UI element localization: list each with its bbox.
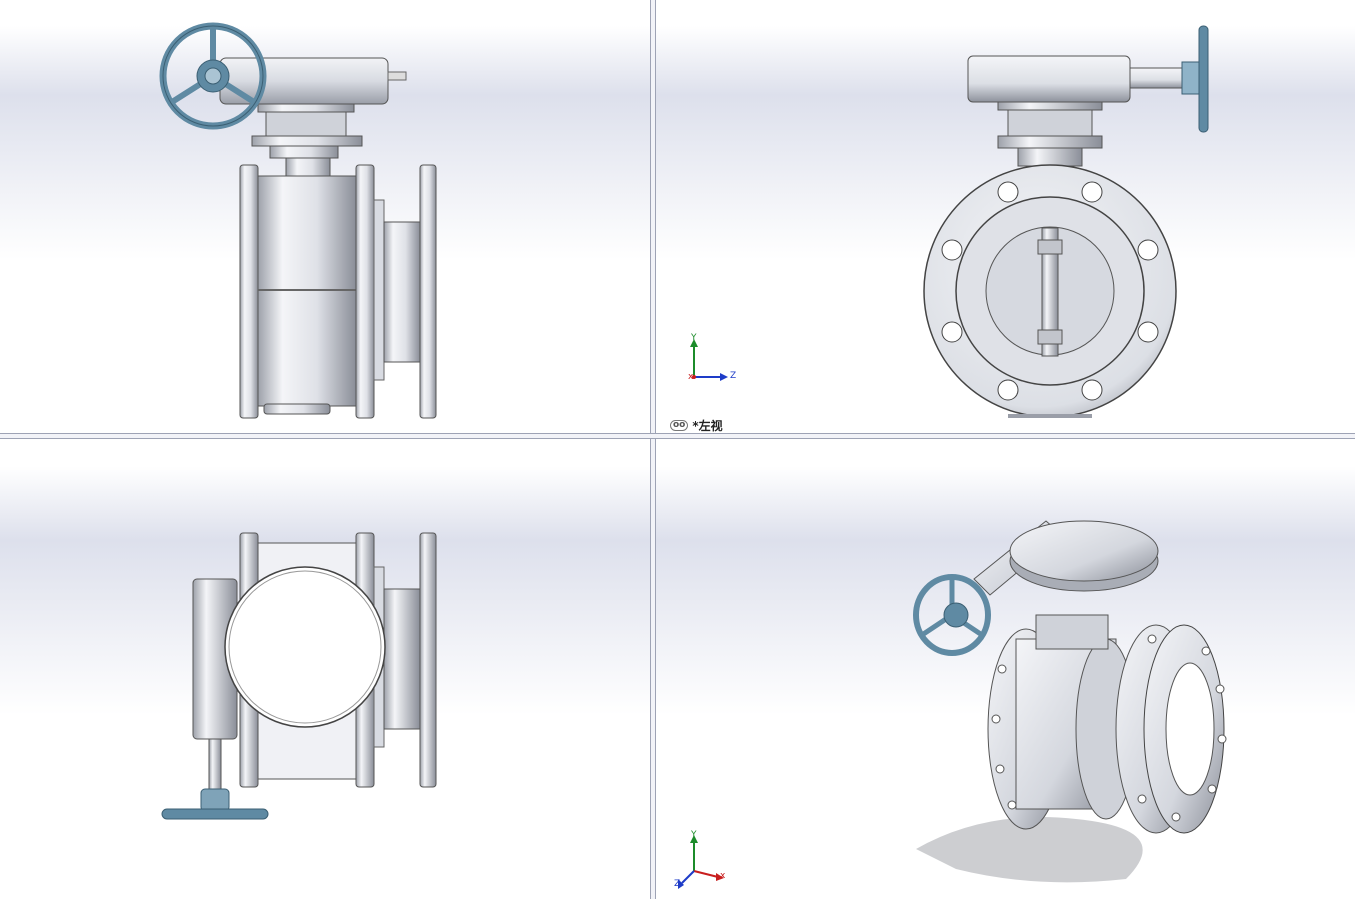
valve-front-drawing — [159, 22, 437, 419]
viewport-top[interactable] — [0, 439, 650, 899]
axis-z-label: Z — [730, 371, 737, 381]
axis-x-label: x — [688, 372, 694, 382]
valve-top-drawing — [161, 532, 437, 820]
viewport-isometric[interactable]: Y x Z — [656, 439, 1355, 899]
viewport-splitter-vertical[interactable] — [650, 0, 656, 899]
handwheel-icon — [1198, 25, 1209, 133]
viewport-front[interactable] — [0, 0, 650, 433]
viewport-left[interactable]: Y Z x oo *左视 — [656, 0, 1355, 433]
axis-z-label: Z — [674, 879, 681, 889]
axis-y-label: Y — [691, 333, 697, 343]
valve-isometric-drawing — [678, 520, 1227, 889]
axis-y-label: Y — [691, 830, 697, 840]
handwheel-icon — [913, 574, 991, 656]
axis-triad — [678, 835, 724, 889]
axis-triad — [690, 339, 728, 381]
valve-left-drawing — [690, 25, 1209, 418]
view-name-text: *左视 — [692, 419, 723, 433]
axis-x-label: x — [720, 871, 726, 881]
glasses-icon: oo — [670, 420, 689, 431]
viewport-splitter-horizontal[interactable] — [0, 433, 1355, 439]
view-name-label[interactable]: oo *左视 — [670, 417, 723, 433]
handwheel-icon — [161, 788, 269, 820]
